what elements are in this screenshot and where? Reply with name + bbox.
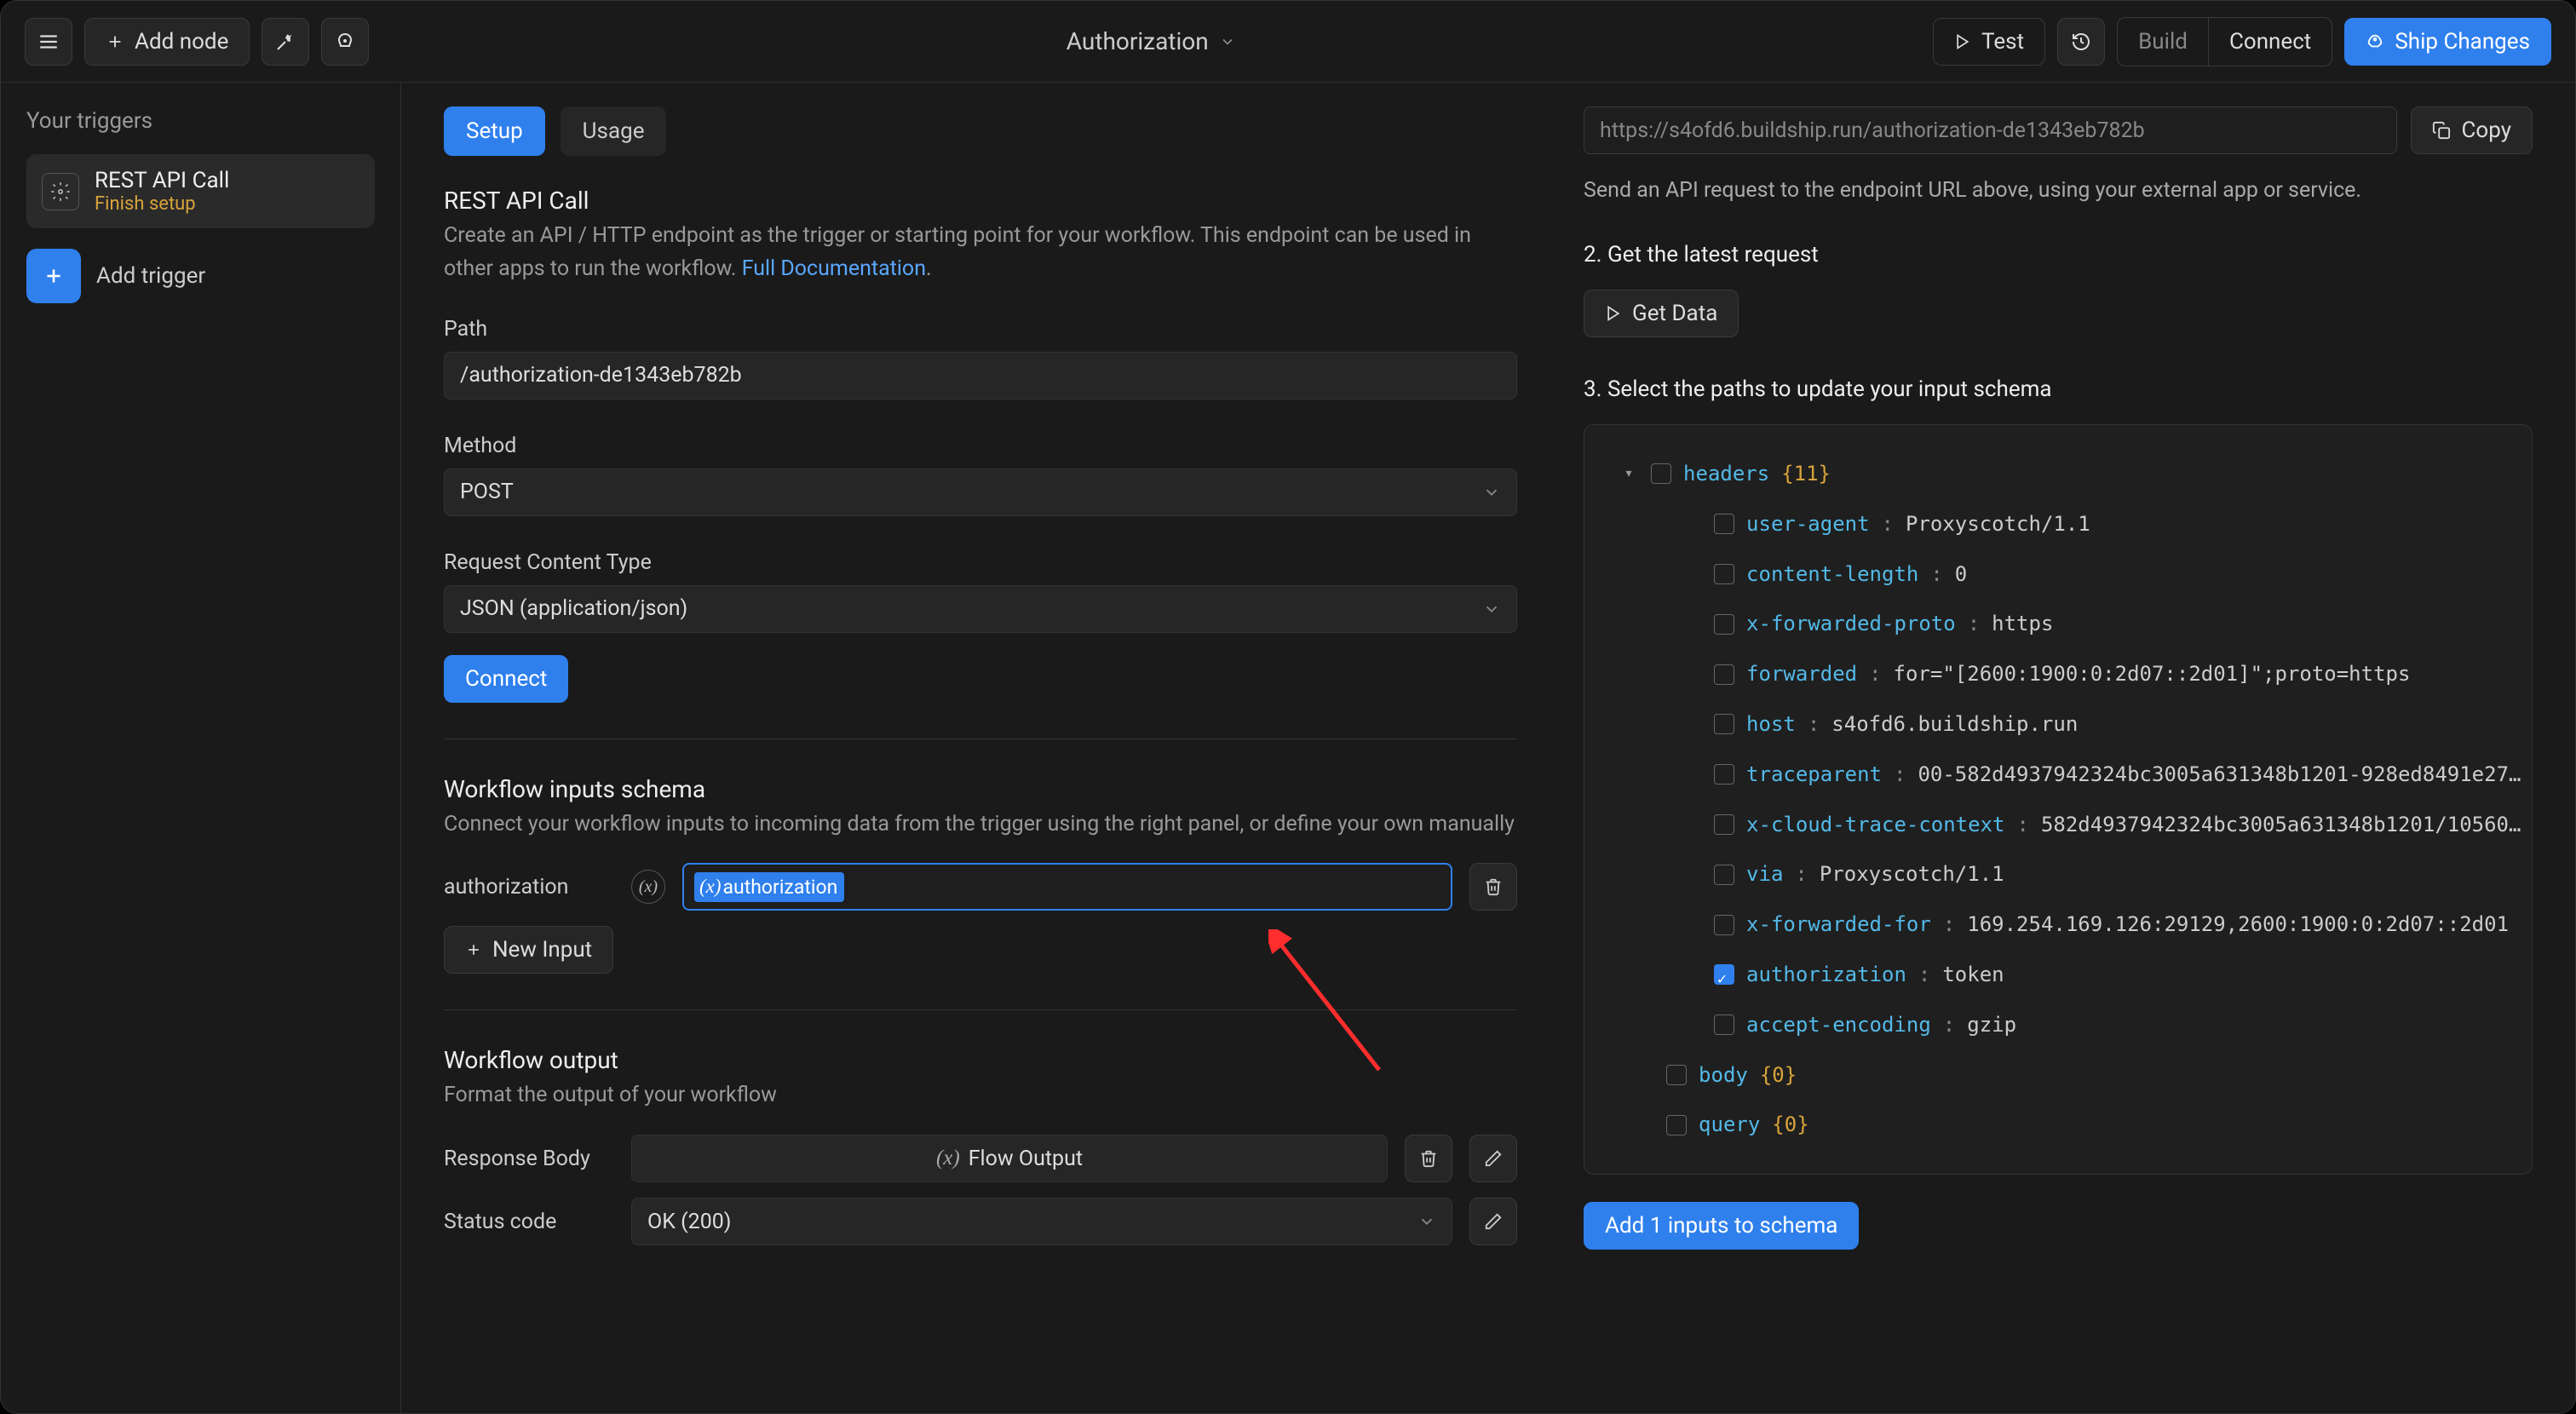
status-code-select[interactable]: OK (200)	[631, 1198, 1452, 1245]
checkbox-headers[interactable]	[1651, 463, 1671, 484]
page-title: Authorization	[1067, 27, 1209, 55]
tab-setup[interactable]: Setup	[444, 106, 545, 156]
chevron-down-icon[interactable]	[1219, 33, 1236, 50]
rest-desc: Create an API / HTTP endpoint as the tri…	[444, 220, 1517, 286]
tab-usage[interactable]: Usage	[561, 106, 667, 156]
variable-icon[interactable]: (x)	[631, 870, 665, 904]
sidebar: Your triggers REST API Call Finish setup…	[1, 83, 401, 1413]
menu-icon[interactable]	[25, 18, 72, 66]
path-label: Path	[444, 317, 1517, 342]
status-code-label: Status code	[444, 1210, 614, 1234]
auth-field-label: authorization	[444, 875, 614, 900]
full-docs-link[interactable]: Full Documentation	[742, 256, 926, 281]
schema-title: Workflow inputs schema	[444, 775, 1517, 803]
tree-row[interactable]: accept-encoding: gzip	[1619, 1000, 2513, 1050]
checkbox[interactable]	[1714, 915, 1734, 935]
history-icon[interactable]	[2057, 18, 2105, 66]
step2-label: 2. Get the latest request	[1584, 242, 2533, 267]
checkbox[interactable]	[1714, 514, 1734, 534]
method-label: Method	[444, 434, 1517, 458]
sidebar-trigger-item[interactable]: REST API Call Finish setup	[26, 154, 375, 228]
auth-input[interactable]: (x)authorization	[682, 863, 1452, 911]
rest-title: REST API Call	[444, 187, 1517, 215]
checkbox[interactable]	[1714, 664, 1734, 685]
test-button[interactable]: Test	[1933, 18, 2045, 66]
center-panel: Setup Usage REST API Call Create an API …	[401, 83, 1560, 1413]
get-data-button[interactable]: Get Data	[1584, 290, 1739, 337]
tree-row[interactable]: authorization: token	[1619, 950, 2513, 1000]
checkbox[interactable]	[1714, 614, 1734, 635]
method-select[interactable]: POST	[444, 468, 1517, 516]
trigger-subtitle: Finish setup	[95, 193, 229, 215]
add-trigger-label: Add trigger	[96, 263, 205, 289]
test-label: Test	[1981, 29, 2024, 55]
tree-row[interactable]: host: s4ofd6.buildship.run	[1619, 699, 2513, 750]
new-input-button[interactable]: New Input	[444, 926, 613, 974]
rct-label: Request Content Type	[444, 550, 1517, 575]
checkbox[interactable]	[1714, 564, 1734, 584]
step3-label: 3. Select the paths to update your input…	[1584, 376, 2533, 402]
response-body-value[interactable]: (x) Flow Output	[631, 1135, 1388, 1182]
chevron-down-icon[interactable]: ▾	[1619, 455, 1639, 492]
edit-status-button[interactable]	[1469, 1198, 1517, 1245]
add-node-button[interactable]: Add node	[84, 18, 250, 66]
delete-output-button[interactable]	[1405, 1135, 1452, 1182]
checkbox[interactable]	[1714, 764, 1734, 785]
connect-button[interactable]: Connect	[444, 655, 568, 703]
build-button[interactable]: Build	[2118, 18, 2208, 66]
ship-changes-button[interactable]: Ship Changes	[2344, 18, 2551, 66]
tree-row[interactable]: x-forwarded-for: 169.254.169.126:29129,2…	[1619, 900, 2513, 950]
checkbox-query[interactable]	[1666, 1115, 1687, 1135]
tree-row[interactable]: user-agent: Proxyscotch/1.1	[1619, 499, 2513, 549]
tree-row[interactable]: forwarded: for="[2600:1900:0:2d07::2d01]…	[1619, 649, 2513, 699]
trigger-title: REST API Call	[95, 168, 229, 193]
tree-row[interactable]: x-forwarded-proto: https	[1619, 599, 2513, 649]
checkbox[interactable]	[1714, 814, 1734, 835]
tree-row[interactable]: traceparent: 00-582d4937942324bc3005a631…	[1619, 750, 2513, 800]
add-node-label: Add node	[135, 29, 228, 55]
schema-desc: Connect your workflow inputs to incoming…	[444, 808, 1517, 842]
ship-label: Ship Changes	[2395, 29, 2530, 55]
right-panel: https://s4ofd6.buildship.run/authorizati…	[1560, 83, 2575, 1413]
tree-row[interactable]: content-length: 0	[1619, 549, 2513, 600]
checkbox[interactable]	[1714, 714, 1734, 734]
tree-row[interactable]: via: Proxyscotch/1.1	[1619, 849, 2513, 900]
response-body-label: Response Body	[444, 1147, 614, 1171]
path-input[interactable]: /authorization-de1343eb782b	[444, 352, 1517, 399]
checkbox[interactable]	[1714, 1015, 1734, 1035]
add-inputs-button[interactable]: Add 1 inputs to schema	[1584, 1202, 1859, 1250]
api-icon	[42, 173, 79, 210]
checkbox[interactable]	[1714, 865, 1734, 885]
auth-variable-pill[interactable]: (x)authorization	[694, 872, 844, 902]
connect-top-button[interactable]: Connect	[2209, 18, 2332, 66]
chevron-down-icon	[1482, 600, 1501, 618]
endpoint-url[interactable]: https://s4ofd6.buildship.run/authorizati…	[1584, 106, 2397, 154]
chevron-down-icon	[1482, 483, 1501, 502]
output-title: Workflow output	[444, 1046, 1517, 1074]
tree-row[interactable]: x-cloud-trace-context: 582d4937942324bc3…	[1619, 800, 2513, 850]
edit-output-button[interactable]	[1469, 1135, 1517, 1182]
rct-select[interactable]: JSON (application/json)	[444, 585, 1517, 633]
copy-button[interactable]: Copy	[2411, 106, 2533, 154]
checkbox-body[interactable]	[1666, 1065, 1687, 1085]
send-desc: Send an API request to the endpoint URL …	[1584, 178, 2533, 203]
notes-icon[interactable]	[321, 18, 369, 66]
plus-icon	[26, 249, 81, 303]
add-trigger-button[interactable]: Add trigger	[26, 249, 375, 303]
delete-input-button[interactable]	[1469, 863, 1517, 911]
json-tree: ▾ headers {11} user-agent: Proxyscotch/1…	[1584, 424, 2533, 1175]
topbar: Add node Authorization Test Build Connec…	[1, 1, 2575, 83]
output-desc: Format the output of your workflow	[444, 1079, 1517, 1112]
sidebar-heading: Your triggers	[26, 108, 375, 134]
chevron-down-icon	[1417, 1212, 1436, 1231]
checkbox[interactable]	[1714, 964, 1734, 985]
magic-icon[interactable]	[262, 18, 309, 66]
